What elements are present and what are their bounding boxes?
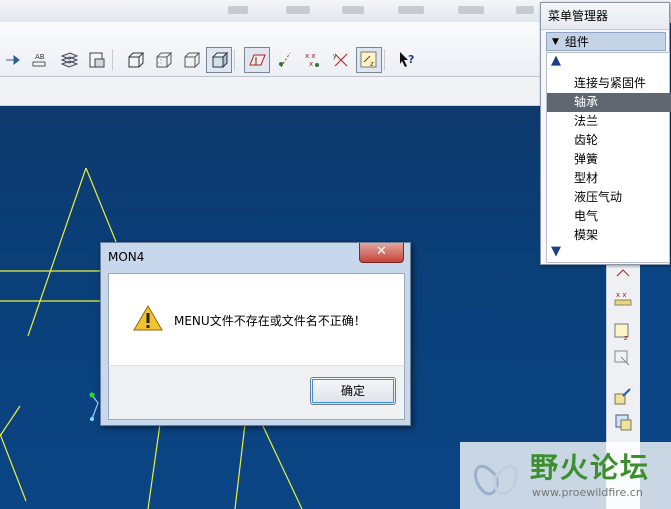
menu-item-blurred[interactable] [398, 6, 424, 14]
toolbar-separator [384, 49, 390, 71]
dialog-title: MON4 [108, 250, 145, 264]
plane-display-icon[interactable] [244, 47, 270, 73]
main-toolbar: AB x xx y z ? [0, 22, 540, 77]
menu-item-hydraulic[interactable]: 液压气动 [547, 188, 671, 207]
menu-item-spring[interactable]: 弹簧 [547, 150, 671, 169]
error-dialog: MON4 ✕ MENU文件不存在或文件名不正确！ 确定 [100, 242, 411, 426]
menu-list: ▲ 连接与紧固件 轴承 法兰 齿轮 弹簧 型材 液压气动 电气 模架 ▼ [546, 52, 671, 263]
cube-wire-icon[interactable] [122, 47, 148, 73]
cube-noline-icon[interactable] [178, 47, 204, 73]
point-tool-icon[interactable]: x x [611, 286, 635, 310]
group-label: 组件 [564, 35, 589, 49]
watermark-logo-icon [474, 464, 518, 496]
svg-text:z: z [624, 334, 628, 342]
whats-this-icon[interactable]: ? [394, 47, 420, 73]
csys-tool-icon[interactable]: z [611, 320, 635, 344]
svg-text:?: ? [408, 53, 414, 66]
watermark-title: 野火论坛 [530, 451, 651, 484]
svg-text:x x: x x [305, 52, 316, 60]
warning-icon [133, 305, 163, 331]
copy-feature-icon[interactable] [611, 410, 635, 434]
cube-hidden-icon[interactable] [150, 47, 176, 73]
menu-manager-panel: 菜单管理器 ▼ 组件 ▲ 连接与紧固件 轴承 法兰 齿轮 弹簧 型材 液压气动 … [540, 2, 671, 265]
svg-text:x x: x x [616, 291, 627, 299]
dialog-message: MENU文件不存在或文件名不正确！ [174, 314, 366, 328]
scroll-up-icon[interactable]: ▲ [551, 53, 561, 68]
menu-manager-title: 菜单管理器 [541, 3, 669, 30]
ok-button[interactable]: 确定 [310, 377, 396, 405]
point-display-icon[interactable]: x xx [300, 47, 326, 73]
menu-item-electrical[interactable]: 电气 [547, 207, 671, 226]
node-icon[interactable] [0, 47, 26, 73]
watermark: 野火论坛 www.proewildfire.cn [460, 442, 671, 509]
triangle-down-icon: ▼ [552, 36, 559, 47]
insert-feature-icon[interactable] [611, 384, 635, 408]
menu-item-blurred[interactable] [458, 6, 484, 14]
menu-item-profile[interactable]: 型材 [547, 169, 671, 188]
group-header-component[interactable]: ▼ 组件 [546, 32, 666, 51]
menu-item-fasteners[interactable]: 连接与紧固件 [547, 74, 671, 93]
menu-item-blurred[interactable] [286, 6, 310, 14]
svg-text:AB: AB [35, 53, 45, 61]
layers-icon[interactable] [56, 47, 82, 73]
text-ab-icon[interactable]: AB [28, 47, 54, 73]
close-button[interactable]: ✕ [359, 243, 404, 263]
axis-display-icon[interactable] [272, 47, 298, 73]
cube-shaded-icon[interactable] [206, 47, 232, 73]
menu-item-blurred[interactable] [342, 6, 364, 14]
svg-text:z: z [370, 60, 374, 68]
menu-item-flange[interactable]: 法兰 [547, 112, 671, 131]
menu-item-moldbase[interactable]: 模架 [547, 226, 671, 245]
svg-text:y: y [333, 53, 337, 60]
dialog-footer: 确定 [108, 365, 405, 420]
menu-item-bearing[interactable]: 轴承 [547, 93, 671, 112]
secondary-toolbar [0, 77, 540, 106]
menu-item-blurred[interactable] [228, 6, 248, 14]
save-image-icon[interactable] [84, 47, 110, 73]
csys-toggle-icon[interactable]: z [356, 47, 382, 73]
dialog-body: MENU文件不存在或文件名不正确！ [108, 273, 405, 366]
svg-text:x: x [309, 60, 313, 68]
toolbar-separator [234, 49, 240, 71]
menu-item-gear[interactable]: 齿轮 [547, 131, 671, 150]
csys-display-icon[interactable]: y [328, 47, 354, 73]
toolbar-separator [112, 49, 118, 71]
watermark-url: www.proewildfire.cn [532, 486, 643, 499]
menu-item-blurred[interactable] [516, 6, 534, 14]
axis-tool-icon[interactable] [611, 262, 635, 286]
scroll-down-icon[interactable]: ▼ [551, 244, 561, 259]
datum-curve-icon[interactable] [611, 346, 635, 370]
